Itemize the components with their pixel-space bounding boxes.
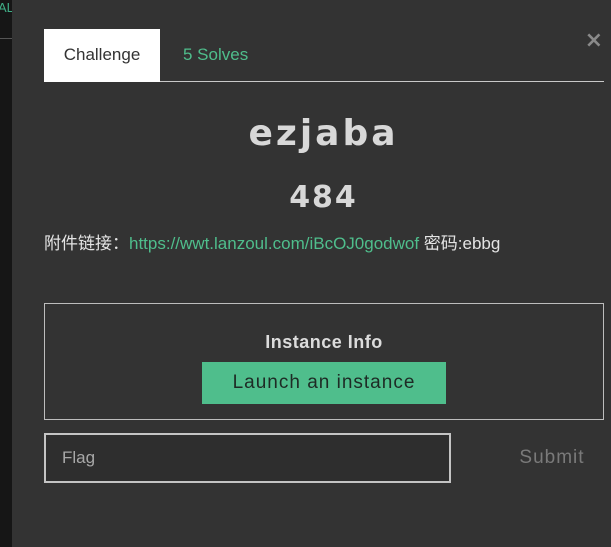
launch-instance-button[interactable]: Launch an instance [202,362,446,404]
challenge-description: 附件链接：https://wwt.lanzoul.com/iBcOJ0godwo… [44,229,500,254]
instance-info-panel: Instance Info Launch an instance [44,303,604,420]
challenge-points: 484 [289,180,358,215]
tab-challenge[interactable]: Challenge [44,29,160,82]
challenge-title: ezjaba [248,113,399,154]
tab-solves[interactable]: 5 Solves [163,29,268,81]
attachment-link[interactable]: https://wwt.lanzoul.com/iBcOJ0godwof [129,234,419,253]
description-prefix: 附件链接： [44,234,129,253]
instance-info-title: Instance Info [265,332,383,352]
submit-button[interactable]: Submit [502,433,602,483]
flag-input[interactable] [44,433,451,483]
description-password: 密码:ebbg [419,234,501,253]
modal-tabs: Challenge 5 Solves [44,29,604,82]
backdrop-divider [0,38,12,39]
challenge-modal: × Challenge 5 Solves ezjaba 484 附件链接：htt… [12,0,611,547]
